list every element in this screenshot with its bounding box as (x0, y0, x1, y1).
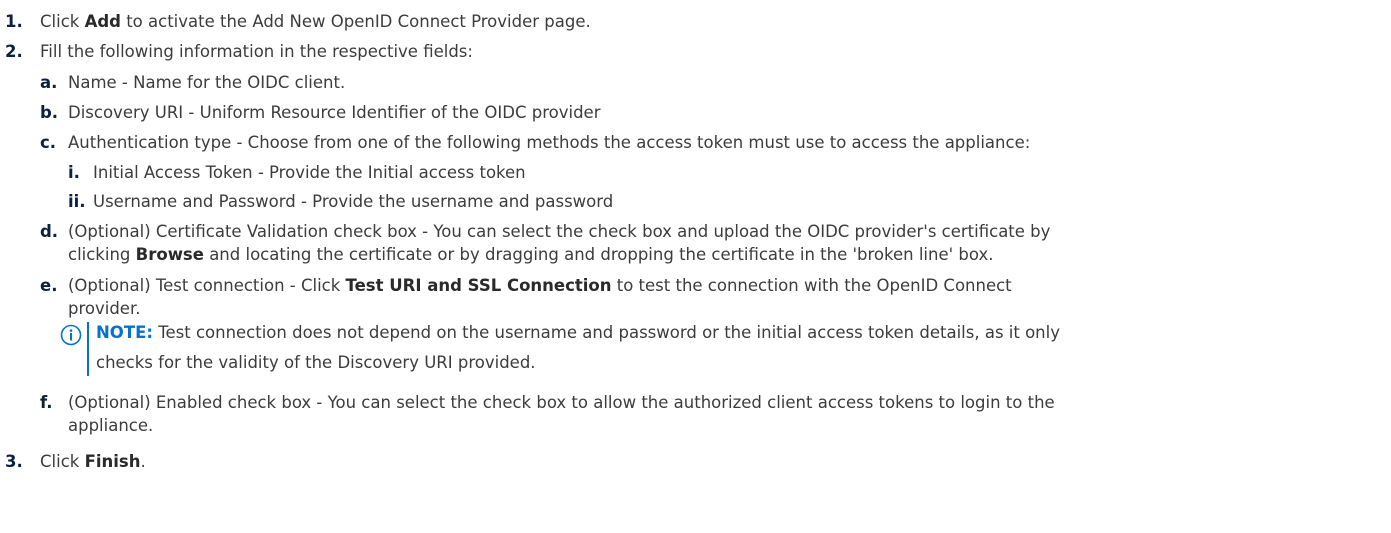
substep-d: d. (Optional) Certificate Validation che… (0, 221, 1391, 243)
substep-b: b. Discovery URI - Uniform Resource Iden… (0, 102, 1391, 124)
step-2: 2. Fill the following information in the… (0, 41, 1391, 63)
substep-c-i-text: Initial Access Token - Provide the Initi… (93, 163, 526, 182)
step-3-text: Click Finish. (40, 452, 146, 471)
substep-f-cont: appliance. (0, 415, 1391, 437)
step-1: 1. Click Add to activate the Add New Ope… (0, 11, 1391, 33)
substep-f-line-2: appliance. (68, 416, 154, 435)
step-2-text: Fill the following information in the re… (40, 42, 473, 61)
note-accent-bar (87, 322, 89, 376)
substep-c: c. Authentication type - Choose from one… (0, 132, 1391, 154)
substep-e: e. (Optional) Test connection - Click Te… (0, 275, 1391, 297)
substep-e-line-1: (Optional) Test connection - Click Test … (68, 276, 1012, 295)
substep-e-line-2: provider. (68, 299, 141, 318)
info-icon (60, 324, 82, 346)
substep-c-i: i. Initial Access Token - Provide the In… (0, 162, 1391, 184)
substep-d-cont: clicking Browse and locating the certifi… (0, 244, 1391, 266)
step-1-number: 1. (5, 12, 23, 31)
note-callout: NOTE: Test connection does not depend on… (60, 322, 1390, 382)
test-uri-button-label: Test URI and SSL Connection (345, 276, 612, 295)
add-button-label: Add (84, 12, 121, 31)
substep-e-cont: provider. (0, 298, 1391, 320)
substep-a-letter: a. (40, 73, 58, 92)
substep-f: f. (Optional) Enabled check box - You ca… (0, 392, 1391, 414)
substep-c-i-numeral: i. (68, 163, 80, 182)
substep-d-line-1: (Optional) Certificate Validation check … (68, 222, 1051, 241)
step-1-text: Click Add to activate the Add New OpenID… (40, 12, 591, 31)
substep-a: a. Name - Name for the OIDC client. (0, 72, 1391, 94)
substep-f-letter: f. (40, 393, 53, 412)
note-label: NOTE: (96, 323, 153, 342)
step-3: 3. Click Finish. (0, 451, 1391, 473)
substep-d-letter: d. (40, 222, 59, 241)
substep-a-text: Name - Name for the OIDC client. (68, 73, 346, 92)
substep-c-ii-numeral: ii. (68, 192, 86, 211)
substep-c-ii: ii. Username and Password - Provide the … (0, 191, 1391, 213)
substep-e-letter: e. (40, 276, 58, 295)
substep-c-text: Authentication type - Choose from one of… (68, 133, 1031, 152)
note-line-1: NOTE: Test connection does not depend on… (96, 322, 1391, 344)
note-text-1: Test connection does not depend on the u… (152, 323, 1060, 342)
substep-d-line-2: clicking Browse and locating the certifi… (68, 245, 994, 264)
step-3-number: 3. (5, 452, 23, 471)
substep-c-ii-text: Username and Password - Provide the user… (93, 192, 614, 211)
substep-c-letter: c. (40, 133, 57, 152)
note-line-2: checks for the validity of the Discovery… (96, 352, 1391, 374)
finish-button-label: Finish (84, 452, 141, 471)
step-2-number: 2. (5, 42, 23, 61)
note-text-2: checks for the validity of the Discovery… (96, 353, 536, 372)
substep-f-line-1: (Optional) Enabled check box - You can s… (68, 393, 1055, 412)
substep-b-letter: b. (40, 103, 59, 122)
browse-button-label: Browse (135, 245, 204, 264)
substep-b-text: Discovery URI - Uniform Resource Identif… (68, 103, 601, 122)
